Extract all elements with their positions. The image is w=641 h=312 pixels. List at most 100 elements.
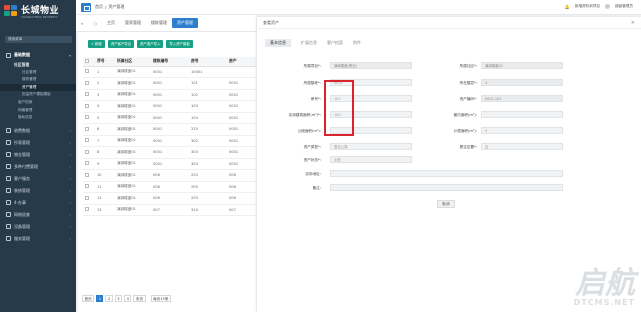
- table-row[interactable]: 11 演绎楼盘01 006 205 006: [83, 181, 256, 193]
- add-button[interactable]: + 新增: [88, 40, 105, 48]
- sidebar-item-menu-0[interactable]: 收费数据 ›: [0, 125, 76, 137]
- table-row[interactable]: 8 演绎楼盘01 0001 303 0001: [83, 146, 256, 159]
- table-row[interactable]: 1 演绎楼盘01 0001 10001: [83, 66, 256, 78]
- row-checkbox[interactable]: [83, 181, 95, 193]
- vacant-label: 是否空置*:: [459, 145, 477, 149]
- asset-type-select[interactable]: 居住公寓: [330, 143, 412, 150]
- note-field[interactable]: [330, 184, 563, 191]
- export-button[interactable]: 资产客户导出: [107, 40, 135, 48]
- sidebar-item-community[interactable]: 社区管理: [0, 69, 76, 77]
- table-cell: [227, 66, 256, 78]
- row-checkbox[interactable]: [83, 135, 95, 147]
- tab-basic-info[interactable]: 基本信息: [265, 39, 291, 47]
- page-3[interactable]: 3: [114, 295, 123, 302]
- row-checkbox[interactable]: [83, 169, 95, 182]
- row-checkbox[interactable]: [83, 192, 95, 205]
- highlight-box: [324, 80, 354, 136]
- sidebar-item-menu-8[interactable]: 设备管理 ›: [0, 221, 76, 233]
- row-checkbox[interactable]: [83, 89, 95, 101]
- page-2[interactable]: 2: [105, 295, 113, 302]
- billing-area-field[interactable]: 0: [481, 127, 563, 134]
- sidebar-item-grid[interactable]: 网格管理: [0, 107, 76, 115]
- table-row[interactable]: 4 演绎楼盘01 0001 103 0001: [83, 100, 256, 113]
- table-row[interactable]: 9 演绎楼盘01 0001 304 0001: [83, 158, 256, 170]
- table-row[interactable]: 3 演绎楼盘01 0001 102 0001: [83, 89, 256, 101]
- project-field[interactable]: 演绎楼盘(物业): [330, 62, 412, 69]
- asset-code-field[interactable]: 0001-101: [481, 95, 563, 102]
- table-cell: 0001: [227, 112, 256, 124]
- avatar[interactable]: [605, 4, 611, 9]
- cancel-button[interactable]: 取消: [437, 200, 455, 208]
- row-checkbox[interactable]: [83, 123, 95, 136]
- page-last[interactable]: 末页: [133, 295, 146, 302]
- menu-icon: [6, 176, 11, 182]
- bell-icon[interactable]: 🔔: [565, 4, 570, 9]
- sidebar-item-menu-7[interactable]: 网络巡查 ›: [0, 209, 76, 221]
- table-row[interactable]: 2 演绎楼盘01 0001 101 0001: [83, 77, 256, 90]
- sidebar-item-menu-4[interactable]: 客户服务 ›: [0, 173, 76, 185]
- sidebar-item-privacy[interactable]: 隐私信息: [0, 114, 76, 122]
- breadcrumb-home[interactable]: 首页: [95, 4, 103, 10]
- sidebar-item-basic-data[interactable]: 基础数据 ▾: [0, 49, 76, 61]
- col-building: 楼栋编号: [151, 57, 189, 67]
- col-asset: 房产: [227, 57, 256, 67]
- sidebar-item-building[interactable]: 楼栋管理: [0, 76, 76, 84]
- tab-customer[interactable]: 客户档案: [327, 39, 343, 47]
- address-field[interactable]: [330, 170, 563, 177]
- row-checkbox[interactable]: [83, 100, 95, 113]
- sidebar-item-template[interactable]: 批量资产模板模板: [0, 91, 76, 99]
- table-row[interactable]: 5 演绎楼盘01 0001 104 0001: [83, 112, 256, 124]
- col-index: 序号: [95, 57, 115, 67]
- tab-extended-info[interactable]: 扩展信息: [301, 39, 317, 47]
- pagination: 首页 1 2 3 4 末页 每页15条: [82, 295, 171, 302]
- top-link-user[interactable]: 超级管理员: [615, 4, 633, 9]
- table-row[interactable]: 7 演绎楼盘01 0001 302 0001: [83, 135, 256, 147]
- tab-attachment[interactable]: 附件: [353, 39, 361, 47]
- tab-asset[interactable]: 资产管理: [171, 18, 198, 28]
- import-button[interactable]: 资产客户导入: [137, 40, 164, 48]
- collapse-icon[interactable]: «: [76, 18, 88, 28]
- sidebar-item-menu-9[interactable]: 服务管理 ›: [0, 233, 76, 245]
- sidebar-item-menu-3[interactable]: 多种付费管理 ›: [0, 161, 76, 173]
- table-row[interactable]: 10 演绎楼盘01 006 203 006: [83, 169, 256, 182]
- row-checkbox[interactable]: [83, 158, 95, 170]
- table-row[interactable]: 12 演绎楼盘01 006 203 006: [83, 192, 256, 205]
- select-all-checkbox[interactable]: [83, 57, 95, 67]
- sidebar-group-community[interactable]: 社区管理: [0, 61, 76, 69]
- import-template-button[interactable]: 导入资产模板: [166, 40, 193, 48]
- page-first[interactable]: 首页: [82, 295, 95, 302]
- sidebar-item-menu-2[interactable]: 物业管理 ›: [0, 149, 76, 161]
- row-checkbox[interactable]: [83, 77, 95, 90]
- table-row[interactable]: 13 演绎楼盘01 007 314 007: [83, 204, 256, 216]
- inner-area-field[interactable]: [481, 111, 563, 118]
- table-cell: 演绎楼盘01: [115, 66, 151, 78]
- table-row[interactable]: 6 演绎楼盘01 0001 225 0001: [83, 123, 256, 136]
- top-link-0[interactable]: 新增资料到项目: [575, 4, 600, 9]
- sidebar-search-input[interactable]: 搜索菜单: [5, 36, 72, 43]
- row-checkbox[interactable]: [83, 112, 95, 124]
- menu-icon: [6, 140, 11, 146]
- sidebar-item-menu-1[interactable]: 抄表管理 ›: [0, 137, 76, 149]
- tab-steward[interactable]: 管家管理: [120, 18, 146, 28]
- community-field[interactable]: 演绎楼盘01: [481, 62, 563, 69]
- table-cell: 0001: [151, 158, 189, 170]
- tab-home[interactable]: 主页: [102, 18, 120, 28]
- refresh-icon[interactable]: ○: [88, 18, 102, 28]
- sidebar-item-asset[interactable]: 资产管理: [0, 83, 76, 92]
- page-size-select[interactable]: 每页15条: [150, 295, 171, 302]
- home-icon[interactable]: [81, 2, 91, 12]
- page-4[interactable]: 4: [124, 295, 132, 302]
- row-checkbox[interactable]: [83, 66, 95, 78]
- asset-status-select[interactable]: 出售: [330, 156, 412, 163]
- sidebar-item-menu-6[interactable]: 4-办事 ›: [0, 197, 76, 209]
- page-1[interactable]: 1: [96, 295, 104, 302]
- row-checkbox[interactable]: [83, 146, 95, 159]
- tab-building[interactable]: 楼栋管理: [146, 18, 172, 28]
- address-label: 实际地址:: [305, 172, 321, 176]
- vacant-select[interactable]: 否: [481, 143, 563, 150]
- close-icon[interactable]: ×: [631, 17, 635, 29]
- floor-field[interactable]: 1: [481, 79, 563, 86]
- sidebar-item-customer[interactable]: 客户档案: [0, 99, 76, 107]
- row-checkbox[interactable]: [83, 204, 95, 216]
- sidebar-item-menu-5[interactable]: 装修管理 ›: [0, 185, 76, 197]
